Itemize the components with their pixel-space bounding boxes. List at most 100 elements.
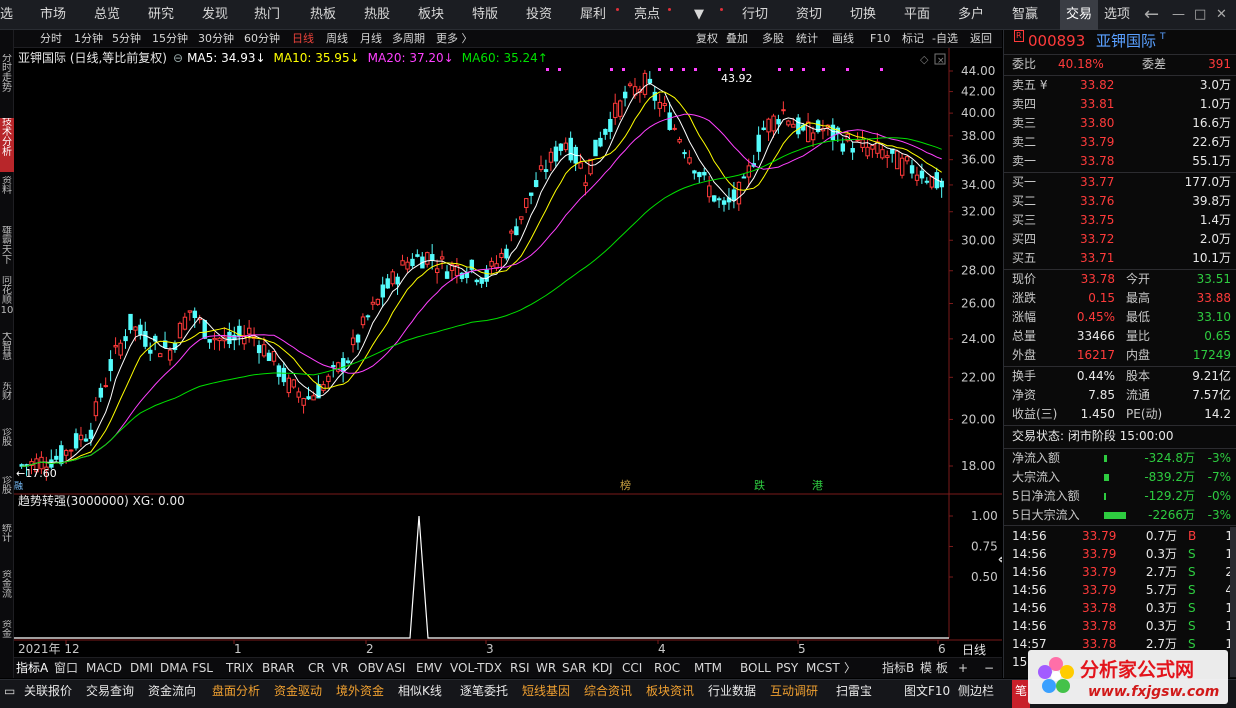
tick-scrollbar[interactable] bbox=[1230, 527, 1236, 677]
top-nav-item-2[interactable]: 总览 bbox=[94, 0, 120, 30]
indicator-tab-15[interactable]: WR bbox=[536, 658, 556, 679]
buy-row[interactable]: 买四 33.72 2.0万 bbox=[1004, 230, 1236, 249]
indicator-tab-4[interactable]: DMA bbox=[160, 658, 188, 679]
sell-row[interactable]: 卖一 33.78 55.1万 bbox=[1004, 152, 1236, 171]
indicator-tab-22[interactable]: PSY bbox=[776, 658, 798, 679]
top-nav-item-14[interactable]: 行切 bbox=[742, 0, 768, 30]
bottom-tab-9[interactable]: 综合资讯 bbox=[584, 680, 632, 708]
period-corner-label[interactable]: 日线 bbox=[962, 643, 986, 657]
indicator-right-3[interactable]: + bbox=[958, 658, 968, 679]
flow-row[interactable]: 5日净流入额 -129.2万 -0% bbox=[1004, 487, 1236, 506]
top-nav-item-13[interactable]: ▼ bbox=[694, 0, 704, 30]
left-tab-3[interactable]: 雄霸天下 bbox=[0, 226, 14, 270]
sell-row[interactable]: 卖五 ¥ 33.82 3.0万 bbox=[1004, 76, 1236, 95]
indicator-tab-2[interactable]: MACD bbox=[86, 658, 122, 679]
period-3[interactable]: 15分钟 bbox=[152, 30, 188, 48]
toolbar-2[interactable]: 多股 bbox=[762, 30, 784, 48]
buy-row[interactable]: 买三 33.75 1.4万 bbox=[1004, 211, 1236, 230]
legend-toggle-icon[interactable]: ⊖ bbox=[173, 51, 183, 65]
stock-name[interactable]: 亚钾国际 bbox=[1096, 32, 1156, 51]
indicator-tab-23[interactable]: MCST bbox=[806, 658, 840, 679]
left-tab-2[interactable]: 资料 bbox=[0, 176, 14, 216]
bottom-tab-13[interactable]: 扫雷宝 bbox=[836, 680, 872, 708]
flow-row[interactable]: 净流入额 -324.8万 -3% bbox=[1004, 449, 1236, 468]
minimize-icon[interactable]: — bbox=[1172, 0, 1185, 30]
bottom-tab-6[interactable]: 相似K线 bbox=[398, 680, 442, 708]
bottom-tab-2[interactable]: 资金流向 bbox=[148, 680, 196, 708]
bottom-tab-10[interactable]: 板块资讯 bbox=[646, 680, 694, 708]
indicator-tab-9[interactable]: VR bbox=[332, 658, 349, 679]
buy-row[interactable]: 买二 33.76 39.8万 bbox=[1004, 192, 1236, 211]
indicator-tab-11[interactable]: ASI bbox=[386, 658, 405, 679]
period-1[interactable]: 1分钟 bbox=[74, 30, 103, 48]
bottom-tab-15[interactable]: 侧边栏 bbox=[958, 680, 994, 708]
event-marker-label[interactable]: 港 bbox=[812, 479, 823, 492]
sell-row[interactable]: 卖三 33.80 16.6万 bbox=[1004, 114, 1236, 133]
indicator-tab-7[interactable]: BRAR bbox=[262, 658, 295, 679]
left-tab-6[interactable]: 东财 bbox=[0, 382, 14, 416]
toolbar-7[interactable]: -自选 bbox=[932, 30, 958, 48]
left-tab-10[interactable]: 资金流 bbox=[0, 570, 14, 610]
toolbar-1[interactable]: 叠加 bbox=[726, 30, 748, 48]
top-nav-item-3[interactable]: 研究 bbox=[148, 0, 174, 30]
period-9[interactable]: 多周期 bbox=[392, 30, 425, 48]
period-4[interactable]: 30分钟 bbox=[198, 30, 234, 48]
indicator-tab-13[interactable]: VOL-TDX bbox=[450, 658, 502, 679]
bottom-tab-0[interactable]: 关联报价 bbox=[24, 680, 72, 708]
indicator-tab-0[interactable]: 指标A bbox=[16, 658, 48, 679]
left-tab-5[interactable]: 大智慧 bbox=[0, 332, 14, 378]
bottom-tab-5[interactable]: 境外资金 bbox=[336, 680, 384, 708]
indicator-right-4[interactable]: − bbox=[984, 658, 994, 679]
toolbar-0[interactable]: 复权 bbox=[696, 30, 718, 48]
back-arrow-icon[interactable]: ← bbox=[1144, 0, 1159, 30]
bottom-tab-1[interactable]: 交易查询 bbox=[86, 680, 134, 708]
indicator-right-0[interactable]: 指标B bbox=[882, 658, 914, 679]
maximize-icon[interactable]: □ bbox=[1194, 0, 1206, 30]
sell-row[interactable]: 卖四 33.81 1.0万 bbox=[1004, 95, 1236, 114]
toolbar-4[interactable]: 画线 bbox=[832, 30, 854, 48]
period-10[interactable]: 更多 〉 bbox=[436, 30, 473, 48]
left-tab-8[interactable]: 诊股 bbox=[0, 476, 14, 512]
bottom-tab-14[interactable]: 图文F10 bbox=[904, 680, 950, 708]
left-tab-1[interactable]: 技术分析 bbox=[0, 118, 14, 172]
flow-row[interactable]: 大宗流入 -839.2万 -7% bbox=[1004, 468, 1236, 487]
top-nav-item-1[interactable]: 市场 bbox=[40, 0, 66, 30]
toolbar-3[interactable]: 统计 bbox=[796, 30, 818, 48]
top-nav-item-16[interactable]: 切换 bbox=[850, 0, 876, 30]
indicator-right-1[interactable]: 模 bbox=[920, 658, 932, 679]
top-nav-item-19[interactable]: 智赢 bbox=[1012, 0, 1038, 30]
chart-close-x[interactable]: × bbox=[937, 56, 945, 66]
bottom-tab-11[interactable]: 行业数据 bbox=[708, 680, 756, 708]
bottom-tab-3[interactable]: 盘面分析 bbox=[212, 680, 260, 708]
left-tab-11[interactable]: 资金 bbox=[0, 620, 14, 656]
event-marker-label[interactable]: 跌 bbox=[754, 478, 765, 492]
bottom-tab-7[interactable]: 逐笔委托 bbox=[460, 680, 508, 708]
toolbar-8[interactable]: 返回 bbox=[970, 30, 992, 48]
diamond-icon[interactable]: ◇ bbox=[920, 53, 929, 66]
indicator-tab-6[interactable]: TRIX bbox=[226, 658, 253, 679]
top-nav-item-0[interactable]: 选 bbox=[0, 0, 13, 30]
top-nav-item-20[interactable]: 交易 bbox=[1060, 0, 1099, 30]
buy-row[interactable]: 买五 33.71 10.1万 bbox=[1004, 249, 1236, 268]
indicator-tab-17[interactable]: KDJ bbox=[592, 658, 613, 679]
indicator-tab-14[interactable]: RSI bbox=[510, 658, 530, 679]
left-tab-0[interactable]: 分时走势 bbox=[0, 54, 14, 114]
sell-row[interactable]: 卖二 33.79 22.6万 bbox=[1004, 133, 1236, 152]
close-icon[interactable]: ✕ bbox=[1216, 0, 1227, 30]
bottom-tab-12[interactable]: 互动调研 bbox=[770, 680, 818, 708]
indicator-tab-1[interactable]: 窗口 bbox=[54, 658, 78, 679]
kline-chart[interactable]: 44.00 42.00 40.00 38.00 36.00 34.00 32.00 30.00… bbox=[14, 48, 1002, 657]
left-tab-9[interactable]: 统计 bbox=[0, 524, 14, 560]
top-nav-item-17[interactable]: 平面 bbox=[904, 0, 930, 30]
indicator-tab-16[interactable]: SAR bbox=[562, 658, 586, 679]
top-nav-item-12[interactable]: 亮点 bbox=[634, 0, 660, 30]
indicator-tab-18[interactable]: CCI bbox=[622, 658, 642, 679]
resize-handle-icon[interactable]: ⇔ bbox=[998, 552, 1002, 568]
toolbar-6[interactable]: 标记 bbox=[902, 30, 924, 48]
top-nav-item-9[interactable]: 特版 bbox=[472, 0, 498, 30]
top-nav-item-8[interactable]: 板块 bbox=[418, 0, 444, 30]
event-marker-label[interactable]: 榜 bbox=[620, 478, 631, 492]
menu-icon[interactable]: ▭ bbox=[4, 680, 15, 708]
top-nav-item-11[interactable]: 犀利 bbox=[580, 0, 606, 30]
indicator-tab-8[interactable]: CR bbox=[308, 658, 325, 679]
